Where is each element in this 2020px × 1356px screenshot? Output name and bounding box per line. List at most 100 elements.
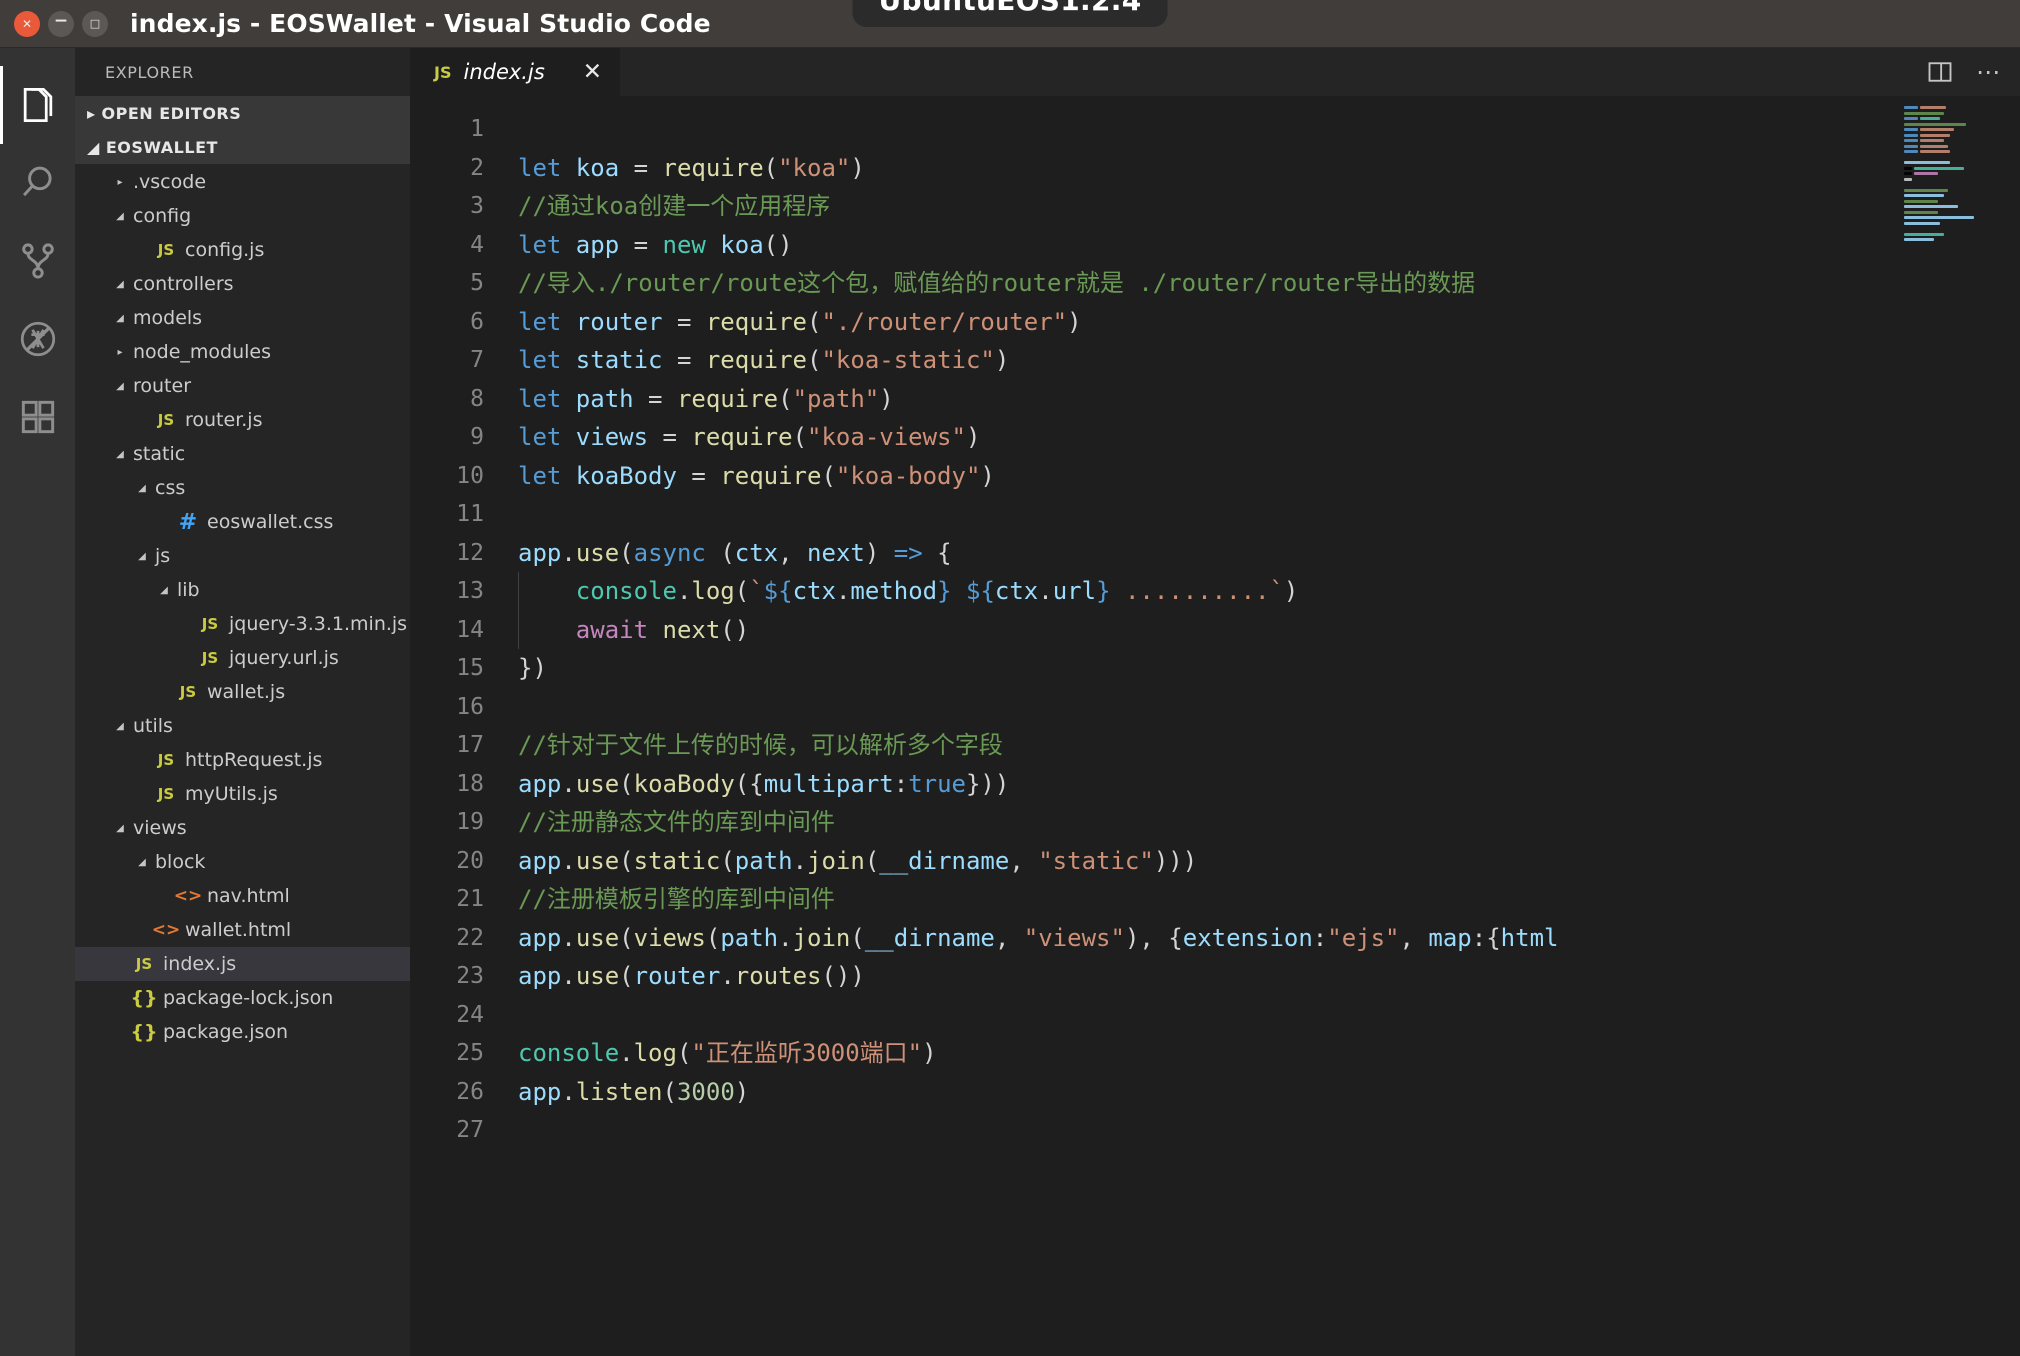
code-line[interactable]: 7 let static = require("koa-static") — [410, 341, 1900, 380]
tree-folder[interactable]: ◢ css — [75, 471, 410, 505]
code-text[interactable]: app.use(async (ctx, next) => { — [510, 534, 1900, 573]
tree-folder[interactable]: ▸ .vscode — [75, 165, 410, 199]
code-line[interactable]: 19 //注册静态文件的库到中间件 — [410, 803, 1900, 842]
tree-file[interactable]: <> wallet.html — [75, 913, 410, 947]
code-text[interactable]: let static = require("koa-static") — [510, 341, 1900, 380]
code-text[interactable]: console.log("正在监听3000端口") — [510, 1034, 1900, 1073]
code-line[interactable]: 14 await next() — [410, 610, 1900, 649]
tree-folder[interactable]: ◢ views — [75, 811, 410, 845]
code-line[interactable]: 26 app.listen(3000) — [410, 1073, 1900, 1112]
code-line[interactable]: 3 //通过koa创建一个应用程序 — [410, 187, 1900, 226]
code-line[interactable]: 22 app.use(views(path.join(__dirname, "vi… — [410, 919, 1900, 958]
minimap[interactable] — [1900, 96, 2020, 1356]
tree-folder[interactable]: ◢ static — [75, 437, 410, 471]
minimap-segment — [1904, 133, 1918, 137]
tree-file[interactable]: {} package.json — [75, 1015, 410, 1049]
code-line[interactable]: 11 — [410, 495, 1900, 534]
code-line[interactable]: 25 console.log("正在监听3000端口") — [410, 1034, 1900, 1073]
tree-folder[interactable]: ◢ config — [75, 199, 410, 233]
code-scroll-area[interactable]: 1 2 let koa = require("koa") 3//通过koa创建一个应用… — [410, 96, 1900, 1356]
tree-item-label: eoswallet.css — [207, 511, 334, 533]
window-maximize-button[interactable]: □ — [82, 10, 108, 37]
window-close-button[interactable]: ✕ — [14, 10, 40, 37]
code-text[interactable]: //通过koa创建一个应用程序 — [510, 187, 1900, 226]
tree-file[interactable]: JS config.js — [75, 233, 410, 267]
window-minimize-button[interactable]: − — [48, 10, 74, 37]
tree-folder[interactable]: ◢ controllers — [75, 267, 410, 301]
tree-file[interactable]: JS jquery.url.js — [75, 641, 410, 675]
code-line[interactable]: 24 — [410, 996, 1900, 1035]
code-line[interactable]: 23 app.use(router.routes()) — [410, 957, 1900, 996]
tab-index-js[interactable]: JS index.js ✕ — [410, 48, 622, 96]
tree-file[interactable]: <> nav.html — [75, 879, 410, 913]
sidebar-item-run-and-debug[interactable] — [0, 300, 75, 378]
section-open-editors[interactable]: ▸ OPEN EDITORS — [75, 96, 410, 130]
code-text[interactable]: //注册模板引擎的库到中间件 — [510, 880, 1900, 919]
code-text[interactable]: let koaBody = require("koa-body") — [510, 457, 1900, 496]
tree-folder[interactable]: ◢ router — [75, 369, 410, 403]
code-text[interactable]: let koa = require("koa") — [510, 149, 1900, 188]
tree-file[interactable]: JS httpRequest.js — [75, 743, 410, 777]
code-line[interactable]: 12 app.use(async (ctx, next) => { — [410, 534, 1900, 573]
sidebar-item-explorer[interactable] — [0, 66, 75, 144]
tree-folder[interactable]: ◢ block — [75, 845, 410, 879]
tree-folder[interactable]: ◢ js — [75, 539, 410, 573]
code-content[interactable]: 1 2 let koa = require("koa") 3//通过koa创建一个应用… — [410, 96, 1900, 1150]
code-text[interactable]: let router = require("./router/router") — [510, 303, 1900, 342]
code-token: : — [1312, 923, 1328, 952]
code-text[interactable]: app.use(views(path.join(__dirname, "view… — [510, 919, 1900, 958]
vertical-scrollbar[interactable] — [2006, 96, 2020, 1356]
code-text[interactable]: let path = require("path") — [510, 380, 1900, 419]
tree-file[interactable]: JS router.js — [75, 403, 410, 437]
sidebar-item-search[interactable] — [0, 144, 75, 222]
code-line[interactable]: 27 — [410, 1111, 1900, 1150]
code-text[interactable]: console.log(`${ctx.method} ${ctx.url} ..… — [510, 572, 1900, 611]
code-line[interactable]: 10 let koaBody = require("koa-body") — [410, 457, 1900, 496]
tree-file[interactable]: JS myUtils.js — [75, 777, 410, 811]
code-line[interactable]: 6 let router = require("./router/router") — [410, 303, 1900, 342]
code-line[interactable]: 8 let path = require("path") — [410, 380, 1900, 419]
split-editor-icon[interactable] — [1926, 58, 1954, 86]
code-text[interactable]: //注册静态文件的库到中间件 — [510, 803, 1900, 842]
code-text[interactable]: await next() — [510, 610, 1900, 649]
code-text[interactable]: app.listen(3000) — [510, 1073, 1900, 1112]
code-text[interactable]: app.use(static(path.join(__dirname, "sta… — [510, 842, 1900, 881]
code-text[interactable]: //导入./router/route这个包，赋值给的router就是 ./rou… — [510, 264, 1900, 303]
code-line[interactable]: 18 app.use(koaBody({multipart:true})) — [410, 765, 1900, 804]
code-line[interactable]: 17 //针对于文件上传的时候，可以解析多个字段 — [410, 726, 1900, 765]
more-actions-icon[interactable]: ⋯ — [1976, 60, 2002, 84]
code-line[interactable]: 9 let views = require("koa-views") — [410, 418, 1900, 457]
close-icon[interactable]: ✕ — [583, 60, 602, 84]
code-line[interactable]: 15}) — [410, 649, 1900, 688]
code-text[interactable]: }) — [510, 649, 1900, 688]
code-token: let — [518, 307, 576, 336]
code-line[interactable]: 13 console.log(`${ctx.method} ${ctx.url}… — [410, 572, 1900, 611]
code-text[interactable]: let views = require("koa-views") — [510, 418, 1900, 457]
tree-file[interactable]: # eoswallet.css — [75, 505, 410, 539]
code-text[interactable]: let app = new koa() — [510, 226, 1900, 265]
code-line[interactable]: 4 let app = new koa() — [410, 226, 1900, 265]
tree-file[interactable]: JS wallet.js — [75, 675, 410, 709]
tree-folder[interactable]: ◢ models — [75, 301, 410, 335]
sidebar-item-source-control[interactable] — [0, 222, 75, 300]
code-line[interactable]: 16 — [410, 688, 1900, 727]
code-line[interactable]: 21 //注册模板引擎的库到中间件 — [410, 880, 1900, 919]
code-line[interactable]: 1 — [410, 110, 1900, 149]
tree-folder[interactable]: ◢ lib — [75, 573, 410, 607]
tree-file[interactable]: {} package-lock.json — [75, 981, 410, 1015]
tree-folder[interactable]: ▸ node_modules — [75, 335, 410, 369]
tree-file[interactable]: JS index.js — [75, 947, 410, 981]
code-text[interactable]: //针对于文件上传的时候，可以解析多个字段 — [510, 726, 1900, 765]
tree-file[interactable]: JS jquery-3.3.1.min.js — [75, 607, 410, 641]
code-line[interactable]: 2 let koa = require("koa") — [410, 149, 1900, 188]
code-line[interactable]: 20 app.use(static(path.join(__dirname, "s… — [410, 842, 1900, 881]
code-token: ( — [720, 846, 735, 875]
section-eoswallet[interactable]: ◢ EOSWALLET — [75, 130, 410, 164]
code-editor[interactable]: 1 2 let koa = require("koa") 3//通过koa创建一个应用… — [410, 96, 2020, 1356]
sidebar-item-extensions[interactable] — [0, 378, 75, 456]
code-text[interactable]: app.use(router.routes()) — [510, 957, 1900, 996]
code-text[interactable]: app.use(koaBody({multipart:true})) — [510, 765, 1900, 804]
tree-folder[interactable]: ◢ utils — [75, 709, 410, 743]
window-controls: ✕ − □ — [14, 10, 108, 37]
code-line[interactable]: 5 //导入./router/route这个包，赋值给的router就是 ./ro… — [410, 264, 1900, 303]
